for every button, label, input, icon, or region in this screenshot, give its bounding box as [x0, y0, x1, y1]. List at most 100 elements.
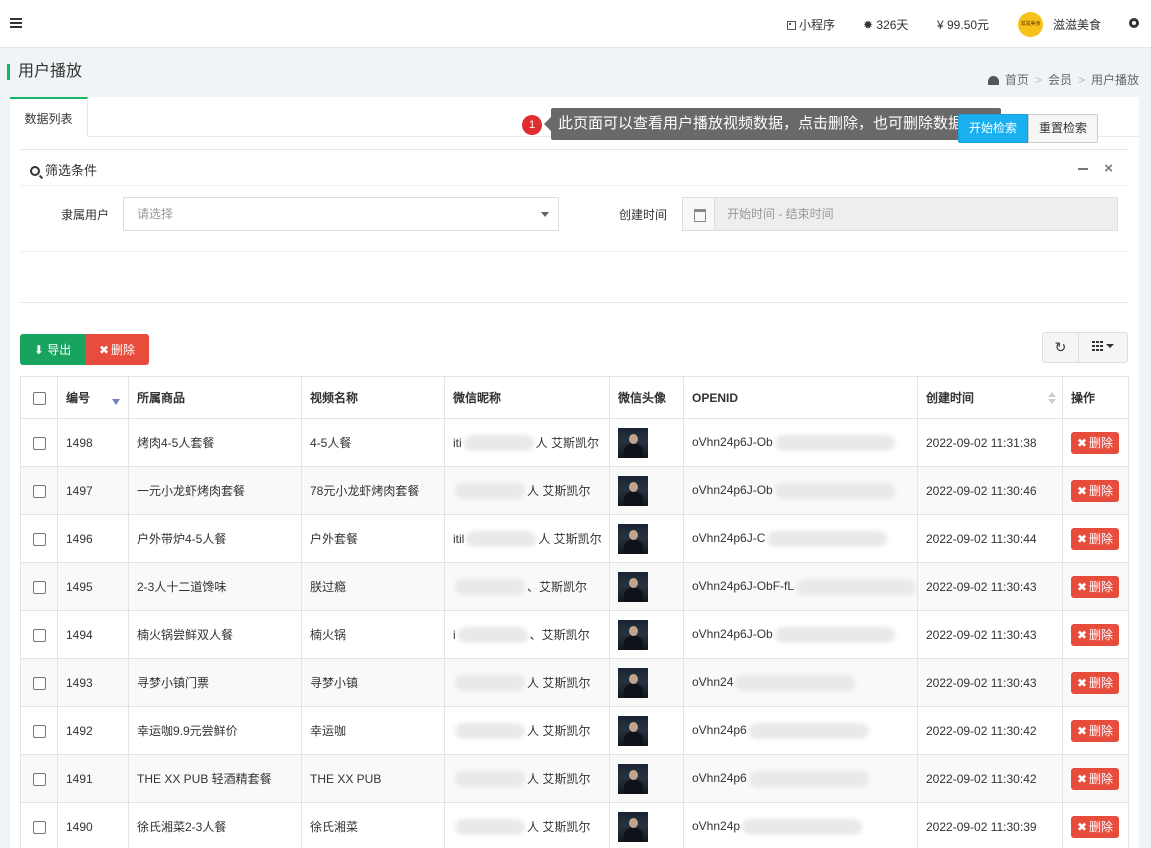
select-all-cell	[20, 376, 58, 419]
cell-video: 幸运咖	[301, 706, 445, 755]
divider	[20, 185, 1128, 186]
wechat-avatar-image[interactable]	[618, 427, 648, 458]
row-delete-label: 删除	[1089, 723, 1114, 738]
collapse-icon[interactable]	[1078, 168, 1088, 170]
miniprogram-link[interactable]: 小程序	[787, 16, 835, 33]
shop-name[interactable]: 滋滋美食	[1053, 16, 1101, 33]
days-remaining[interactable]: ✹ 326天	[863, 16, 908, 33]
times-icon: ✖	[1076, 675, 1088, 690]
row-delete-button[interactable]: ✖ 删除	[1071, 671, 1119, 694]
wechat-avatar-image[interactable]	[618, 763, 648, 794]
row-delete-label: 删除	[1089, 531, 1114, 546]
wechat-avatar-image[interactable]	[618, 811, 648, 842]
header-created-time[interactable]: 创建时间	[917, 376, 1063, 419]
filter-title: 筛选条件	[30, 160, 97, 179]
cell-nickname: itil 人 艾斯凯尔	[444, 514, 610, 563]
row-delete-button[interactable]: ✖ 删除	[1071, 575, 1119, 598]
row-checkbox[interactable]	[32, 484, 46, 498]
gear-icon[interactable]	[1129, 18, 1139, 28]
openid-text: oVhn24p6	[692, 770, 747, 785]
start-search-button[interactable]: 开始检索	[958, 114, 1028, 143]
row-delete-button[interactable]: ✖ 删除	[1071, 623, 1119, 646]
row-delete-button[interactable]: ✖ 删除	[1071, 815, 1119, 838]
cell-nickname: 、艾斯凯尔	[444, 562, 610, 611]
cell-id: 1498	[57, 418, 129, 467]
row-checkbox[interactable]	[32, 676, 46, 690]
columns-toggle-button[interactable]	[1078, 332, 1128, 363]
breadcrumb-home[interactable]: 首页	[1005, 73, 1029, 87]
times-icon: ✖	[1076, 819, 1088, 834]
row-checkbox[interactable]	[32, 532, 46, 546]
row-delete-button[interactable]: ✖ 删除	[1071, 431, 1119, 454]
close-icon[interactable]: ×	[1104, 160, 1113, 177]
row-delete-button[interactable]: ✖ 删除	[1071, 719, 1119, 742]
times-icon: ✖	[1076, 483, 1088, 498]
select-all-checkbox[interactable]	[32, 391, 46, 405]
redaction-blur	[748, 770, 869, 787]
cell-actions: ✖ 删除	[1062, 754, 1129, 803]
redaction-blur	[455, 675, 525, 692]
row-checkbox[interactable]	[32, 580, 46, 594]
openid-text: oVhn24p6J-C	[692, 530, 766, 545]
openid-text: oVhn24p	[692, 818, 741, 833]
cell-actions: ✖ 删除	[1062, 610, 1129, 659]
export-button[interactable]: ⬇ 导出	[20, 334, 85, 365]
row-delete-label: 删除	[1089, 675, 1114, 690]
cell-video: 4-5人餐	[301, 418, 445, 467]
row-checkbox[interactable]	[32, 772, 46, 786]
refresh-button[interactable]: ↻	[1042, 332, 1079, 363]
cell-openid: oVhn24	[683, 658, 918, 707]
cell-product: 幸运咖9.9元尝鲜价	[128, 706, 302, 755]
nickname-suffix: 人 艾斯凯尔	[538, 531, 602, 546]
row-delete-label: 删除	[1089, 771, 1114, 786]
cell-openid: oVhn24p	[683, 802, 918, 848]
nickname-prefix: itil	[453, 531, 465, 546]
redaction-blur	[455, 771, 525, 788]
wechat-avatar-image[interactable]	[618, 571, 648, 602]
wechat-avatar-image[interactable]	[618, 667, 648, 698]
row-delete-button[interactable]: ✖ 删除	[1071, 527, 1119, 550]
row-select-cell	[20, 514, 58, 563]
balance-link[interactable]: ¥ 99.50元	[937, 16, 989, 33]
breadcrumb-member[interactable]: 会员	[1048, 73, 1072, 87]
openid-text: oVhn24p6	[692, 722, 747, 737]
row-delete-button[interactable]: ✖ 删除	[1071, 767, 1119, 790]
cell-openid: oVhn24p6J-Ob	[683, 418, 918, 467]
reset-search-button[interactable]: 重置检索	[1028, 114, 1098, 143]
table-row: 1492 幸运咖9.9元尝鲜价 幸运咖 人 艾斯凯尔 oVhn24p6 2022-09-0…	[20, 706, 1129, 755]
row-delete-label: 删除	[1089, 483, 1114, 498]
wechat-avatar-image[interactable]	[618, 523, 648, 554]
header-id[interactable]: 编号	[57, 376, 129, 419]
wechat-avatar-image[interactable]	[618, 619, 648, 650]
redaction-blur	[748, 722, 869, 739]
redaction-blur	[457, 627, 528, 644]
cell-video: THE XX PUB	[301, 754, 445, 803]
cell-openid: oVhn24p6J-Ob	[683, 466, 918, 515]
caret-down-icon	[541, 212, 549, 217]
menu-toggle-icon[interactable]	[10, 18, 22, 28]
date-range-input[interactable]: 开始时间 - 结束时间	[682, 197, 1118, 231]
row-delete-button[interactable]: ✖ 删除	[1071, 479, 1119, 502]
tab-data-list[interactable]: 数据列表	[10, 97, 88, 137]
wechat-avatar-image[interactable]	[618, 715, 648, 746]
times-icon: ✖	[1076, 723, 1088, 738]
cell-id: 1494	[57, 610, 129, 659]
cell-created-time: 2022-09-02 11:30:42	[917, 706, 1063, 755]
cell-product: 楠火锅尝鲜双人餐	[128, 610, 302, 659]
bulk-delete-button[interactable]: ✖ 删除	[85, 334, 149, 365]
row-checkbox[interactable]	[32, 724, 46, 738]
cell-created-time: 2022-09-02 11:30:42	[917, 754, 1063, 803]
cell-actions: ✖ 删除	[1062, 562, 1129, 611]
cell-nickname: 人 艾斯凯尔	[444, 706, 610, 755]
header-actions: 操作	[1062, 376, 1129, 419]
cell-id: 1496	[57, 514, 129, 563]
row-checkbox[interactable]	[32, 628, 46, 642]
user-select[interactable]: 请选择	[123, 197, 559, 231]
row-checkbox[interactable]	[32, 820, 46, 834]
tip-number-badge: 1	[522, 115, 542, 135]
times-icon: ✖	[1076, 435, 1088, 450]
shop-avatar[interactable]: 滋滋美食	[1018, 12, 1043, 37]
wechat-avatar-image[interactable]	[618, 475, 648, 506]
row-select-cell	[20, 658, 58, 707]
row-checkbox[interactable]	[32, 436, 46, 450]
